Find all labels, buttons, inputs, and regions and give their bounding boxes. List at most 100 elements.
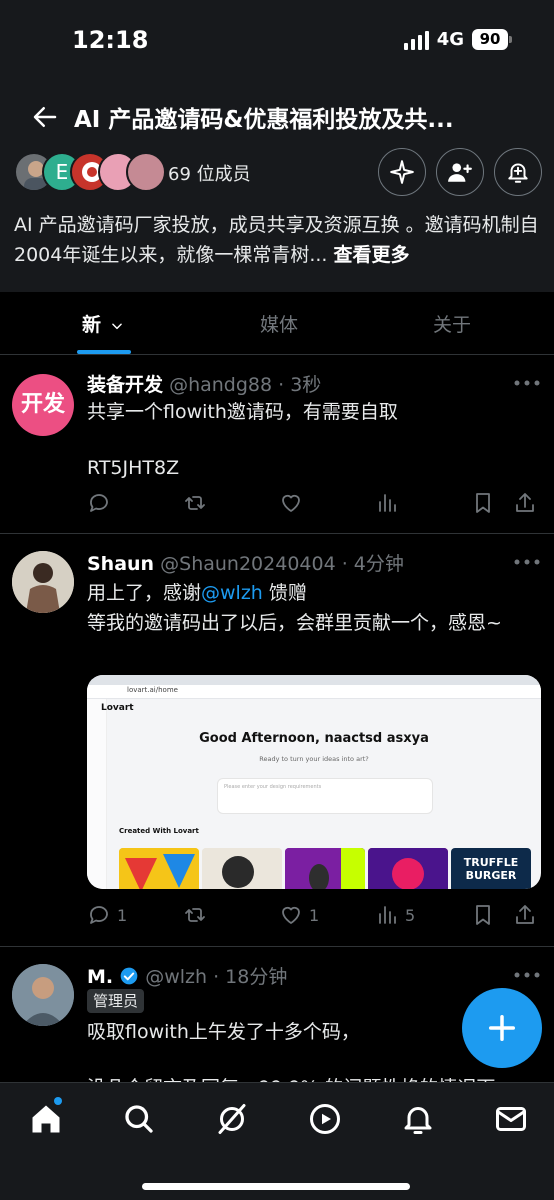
browser-tab-strip [87,675,541,685]
gallery-heading: Created With Lovart [119,827,199,835]
plus-icon [489,1015,515,1041]
author-name[interactable]: M. [87,966,113,988]
back-button[interactable] [30,102,60,132]
sparkle-icon [390,160,414,184]
back-arrow-icon [33,107,57,127]
like-count: 1 [309,905,320,925]
member-count[interactable]: 69 位成员 [168,160,251,186]
reply-button[interactable] [87,491,117,515]
status-bar: 12:18 4G 90 [0,0,554,84]
tab-new-label: 新 [82,314,102,336]
invite-code: RT5JHT8Z [87,457,180,479]
author-meta: @Shaun20240404 · 4分钟 [160,553,404,575]
admin-badge: 管理员 [87,989,145,1013]
prompt-input: Please enter your design requirements [217,778,433,814]
prompt-placeholder: Please enter your design requirements [224,784,322,790]
compose-button[interactable] [462,988,542,1068]
author-meta: @handg88 · 3秒 [169,374,322,396]
active-tab-indicator [77,350,131,354]
tab-about[interactable]: 关于 [433,310,471,337]
nav-home[interactable] [28,1101,64,1137]
author-name[interactable]: Shaun [87,553,154,575]
post-actions [87,491,537,517]
gallery-thumb [119,848,199,889]
views-button[interactable]: 5 [375,903,415,927]
views-button[interactable] [375,491,405,515]
heart-icon [282,906,300,924]
tab-new[interactable]: 新 [82,310,124,337]
nav-notifications[interactable] [400,1101,436,1137]
nav-video[interactable] [307,1101,343,1137]
avatar[interactable] [12,964,74,1026]
repost-icon [185,908,205,922]
network-type: 4G [436,29,464,50]
status-indicators: 4G 90 [403,29,512,50]
mention-link[interactable]: @wlzh [201,582,263,604]
author-name[interactable]: 装备开发 [87,374,163,396]
status-time: 12:18 [72,26,149,54]
reply-count: 1 [117,905,128,925]
greeting-text: Good Afternoon, naactsd asxya [199,731,429,746]
home-indicator [142,1183,410,1190]
more-options-icon[interactable] [514,972,540,978]
app-sidebar [87,699,107,889]
chevron-down-icon [111,323,122,329]
post-text: 共享一个flowith邀请码，有需要自取 [87,401,398,423]
notification-settings-button[interactable] [494,148,542,196]
repost-icon [185,496,205,510]
browser-address-bar: lovart.ai/home [87,685,541,699]
post[interactable]: 开发 装备开发 @handg88 · 3秒 共享一个flowith邀请码，有需要… [0,356,554,534]
repost-button[interactable] [183,491,213,515]
nav-messages[interactable] [493,1101,529,1137]
play-icon [310,1104,340,1134]
post-actions: 1 1 5 [87,903,537,929]
greeting-subtext: Ready to turn your ideas into art? [259,755,369,763]
repost-button[interactable] [183,903,213,927]
sparkle-button[interactable] [378,148,426,196]
gallery-thumb [202,848,282,889]
nav-search[interactable] [121,1101,157,1137]
post-text-part: 用上了，感谢 [87,582,202,604]
like-button[interactable] [279,491,309,515]
share-button[interactable] [513,491,537,515]
bookmark-button[interactable] [471,903,495,927]
community-title: AI 产品邀请码&优惠福利投放及共... [74,107,454,133]
share-button[interactable] [513,903,537,927]
share-icon [516,905,534,924]
address-url: lovart.ai/home [127,686,178,694]
post-header: M. @wlzh · 18分钟 [87,962,287,989]
search-icon [125,1105,153,1133]
bar-chart-icon [379,906,396,924]
post-header: Shaun @Shaun20240404 · 4分钟 [87,549,404,576]
tab-bar: 新 媒体 关于 [0,292,554,355]
bar-chart-icon [379,494,396,512]
reply-button[interactable]: 1 [87,903,127,927]
post-text: 等我的邀请码出了以后，会群里贡献一个，感恩~ [87,612,502,634]
signal-icon [403,30,429,50]
mail-icon [496,1107,526,1131]
gallery-thumb [285,848,365,889]
bell-icon [404,1107,432,1134]
battery-icon: 90 [472,29,512,50]
avatar[interactable] [12,551,74,613]
like-button[interactable]: 1 [279,903,319,927]
post-header: 装备开发 @handg88 · 3秒 [87,370,321,397]
heart-icon [282,494,300,512]
lovart-logo: Lovart [101,703,134,713]
post-text-part: 馈赠 [262,582,307,604]
media-image[interactable]: lovart.ai/home Lovart Good Afternoon, na… [87,675,541,889]
bookmark-icon [476,905,490,925]
see-more-link[interactable]: 查看更多 [334,244,410,266]
avatar[interactable]: 开发 [12,374,74,436]
bookmark-button[interactable] [471,491,495,515]
nav-grok[interactable] [214,1101,250,1137]
more-options-icon[interactable] [514,380,540,386]
tab-media[interactable]: 媒体 [260,310,298,337]
bookmark-icon [476,493,490,513]
post[interactable]: Shaun @Shaun20240404 · 4分钟 用上了，感谢@wlzh 馈… [0,535,554,947]
verified-badge-icon [120,967,138,985]
member-avatar [126,152,166,192]
add-member-button[interactable] [436,148,484,196]
more-options-icon[interactable] [514,559,540,565]
post-text: 用上了，感谢@wlzh 馈赠 [87,578,539,608]
